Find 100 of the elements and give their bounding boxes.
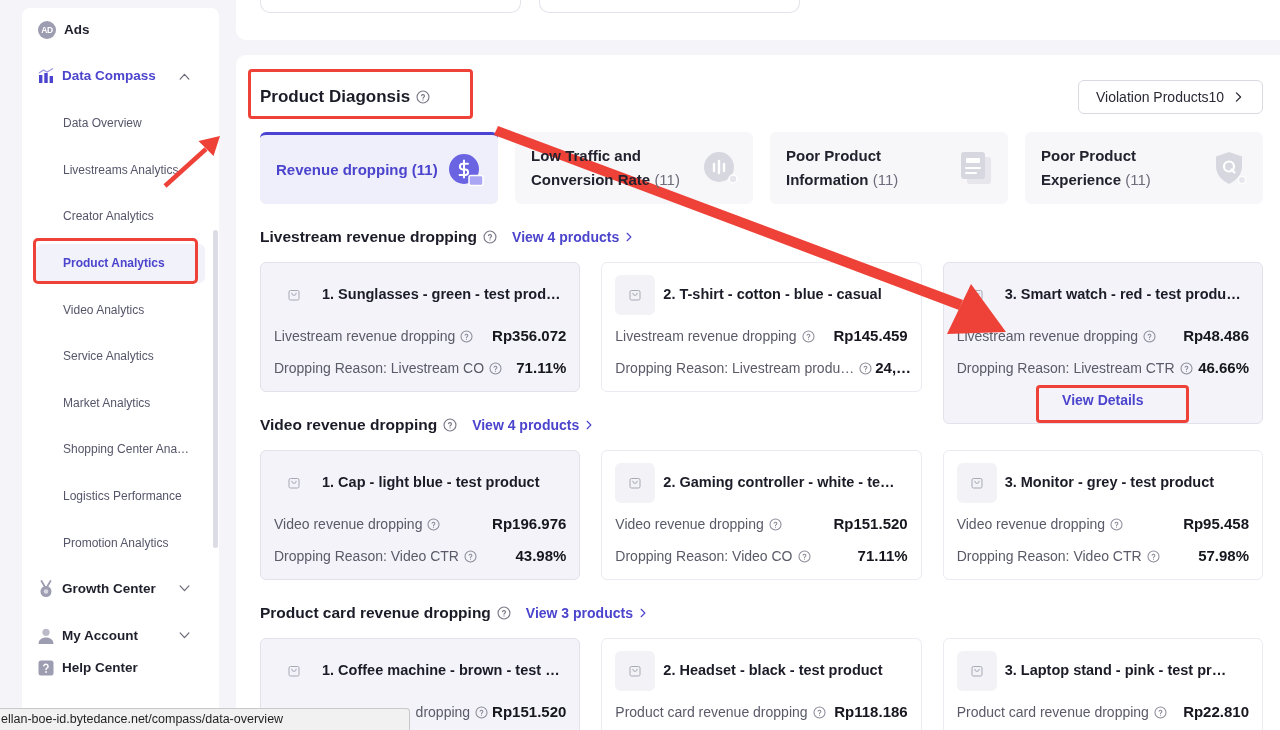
diagnosis-tab[interactable]: Poor Product Information (11)	[770, 132, 1008, 204]
help-icon	[1146, 549, 1160, 563]
help-icon	[1179, 361, 1193, 375]
sidebar-item[interactable]: My Account	[22, 615, 219, 656]
sidebar-item[interactable]: Help Center	[22, 655, 219, 680]
metric-label: Product card revenue dropping	[615, 702, 808, 722]
panel-title: Product Diagonsis	[260, 86, 411, 109]
help-icon	[463, 549, 477, 563]
metric-value: 43.98%	[514, 545, 567, 566]
product-title: 3. Smart watch - red - test produ…	[1004, 285, 1241, 305]
help-icon	[483, 230, 498, 244]
sidebar-item[interactable]: AD Ads	[22, 8, 219, 52]
product-title: 1. Coffee machine - brown - test …	[322, 661, 560, 681]
metric-value: 71.11%	[515, 357, 567, 378]
metric-value: Rp151.520	[491, 701, 567, 722]
product-title: 2. Gaming controller - white - te…	[663, 473, 895, 493]
document-icon	[958, 151, 994, 185]
bag-icon	[288, 665, 300, 677]
diagnosis-tab[interactable]: Poor Product Experience (11)	[1025, 132, 1263, 204]
metric-label: Video revenue dropping	[956, 514, 1106, 534]
help-icon	[475, 705, 489, 719]
help-icon	[427, 517, 441, 531]
metric-value: Rp151.520	[832, 513, 908, 534]
metric-label: Livestream revenue dropping	[615, 326, 797, 346]
metric-value: 57.98%	[1197, 545, 1249, 566]
metric-value: Rp22.810	[1182, 701, 1249, 722]
diagnosis-tab[interactable]: Revenue dropping (11)	[260, 132, 498, 204]
chevron-right-icon	[639, 608, 646, 618]
metric-value: Rp356.072	[491, 325, 567, 346]
sidebar-subitem[interactable]: Product Analytics	[36, 243, 205, 283]
bag-icon	[956, 463, 997, 503]
bag-icon	[288, 477, 300, 489]
help-icon	[1143, 329, 1156, 343]
section-title: Product card revenue dropping	[260, 603, 491, 624]
sidebar-subitem[interactable]: Market Analytics	[36, 383, 205, 423]
view-details-link[interactable]: View Details	[1062, 389, 1144, 411]
ad-icon: AD	[38, 21, 56, 39]
chevron-right-icon	[1235, 92, 1242, 102]
sidebar-subitem[interactable]: Livestreams Analytics	[36, 150, 205, 190]
status-bar-url: ellan-boe-id.bytedance.net/compass/data-overview	[0, 708, 410, 730]
sidebar-subitem[interactable]: Logistics Performance	[36, 476, 205, 516]
chevron-right-icon	[626, 232, 633, 242]
metric-label: Video revenue dropping	[274, 514, 423, 534]
metric-label: Video revenue dropping	[615, 514, 764, 534]
metric-value: 46.66%	[1197, 357, 1249, 378]
bag-icon	[288, 289, 300, 301]
sidebar-subitem[interactable]: Video Analytics	[36, 290, 205, 330]
help-icon	[489, 361, 503, 375]
view-products-link[interactable]: View 3 products	[525, 602, 646, 624]
bag-icon	[615, 275, 656, 315]
sidebar-subitem[interactable]: Shopping Center Ana…	[36, 429, 205, 469]
product-title: 3. Monitor - grey - test product	[1004, 473, 1215, 493]
product-title: 2. T-shirt - cotton - blue - casual	[663, 285, 882, 305]
person-icon	[38, 627, 54, 644]
sidebar-subitem[interactable]: Data Overview	[36, 103, 205, 143]
shield-icon	[1213, 151, 1249, 185]
product-title: 3. Laptop stand - pink - test pr…	[1004, 661, 1227, 681]
metric-value: Rp95.458	[1182, 513, 1249, 534]
metric-value: 71.11%	[856, 545, 908, 566]
view-products-link[interactable]: View 4 products	[472, 414, 593, 436]
product-title: 2. Headset - black - test product	[663, 661, 883, 681]
sidebar-subitem[interactable]: Promotion Analytics	[36, 523, 205, 563]
metric-label: Livestream revenue dropping	[956, 326, 1138, 346]
metric-label: Dropping Reason: Livestream produ…	[615, 358, 855, 378]
metric-value: Rp48.486	[1182, 325, 1249, 346]
help-icon	[1110, 517, 1124, 531]
scrollbar-thumb[interactable]	[213, 230, 218, 548]
help-icon	[496, 606, 511, 620]
help-icon	[797, 549, 811, 563]
metric-label: Dropping Reason: Livestream CO	[274, 358, 485, 378]
metric-value: Rp196.976	[491, 513, 567, 534]
bar-chart-icon	[38, 68, 54, 84]
help-icon	[38, 659, 54, 676]
help-icon	[443, 418, 458, 432]
metric-label: Livestream revenue dropping	[274, 326, 456, 346]
metric-value: 24,…	[874, 357, 912, 378]
metric-value: Rp145.459	[832, 325, 908, 346]
help-icon	[768, 517, 782, 531]
help-icon	[812, 705, 826, 719]
help-icon	[859, 361, 873, 375]
chevron-right-icon	[586, 420, 593, 430]
product-title: 1. Sunglasses - green - test prod…	[322, 285, 561, 305]
sidebar-subitem[interactable]: Creator Analytics	[36, 197, 205, 236]
violation-products-button[interactable]: Violation Products10	[1078, 80, 1263, 114]
metric-label: dropping	[415, 702, 471, 722]
view-products-link[interactable]: View 4 products	[512, 226, 633, 248]
section-title: Livestream revenue dropping	[260, 227, 478, 248]
product-title: 1. Cap - light blue - test product	[322, 473, 540, 493]
sidebar-item[interactable]: Growth Center	[22, 565, 219, 612]
help-icon	[801, 329, 815, 343]
metric-label: Dropping Reason: Livestream CTR	[956, 358, 1175, 378]
chart-bars-circle-icon	[703, 151, 739, 185]
sidebar-item[interactable]: Data Compass	[22, 52, 219, 100]
metric-label: Dropping Reason: Video CTR	[956, 546, 1142, 566]
sidebar-subitem[interactable]: Service Analytics	[36, 336, 205, 376]
metric-value: Rp118.186	[833, 701, 908, 722]
help-icon	[416, 90, 431, 104]
metric-label: Product card revenue dropping	[956, 702, 1149, 722]
bag-icon	[615, 463, 656, 503]
metric-label: Dropping Reason: Video CO	[615, 546, 793, 566]
